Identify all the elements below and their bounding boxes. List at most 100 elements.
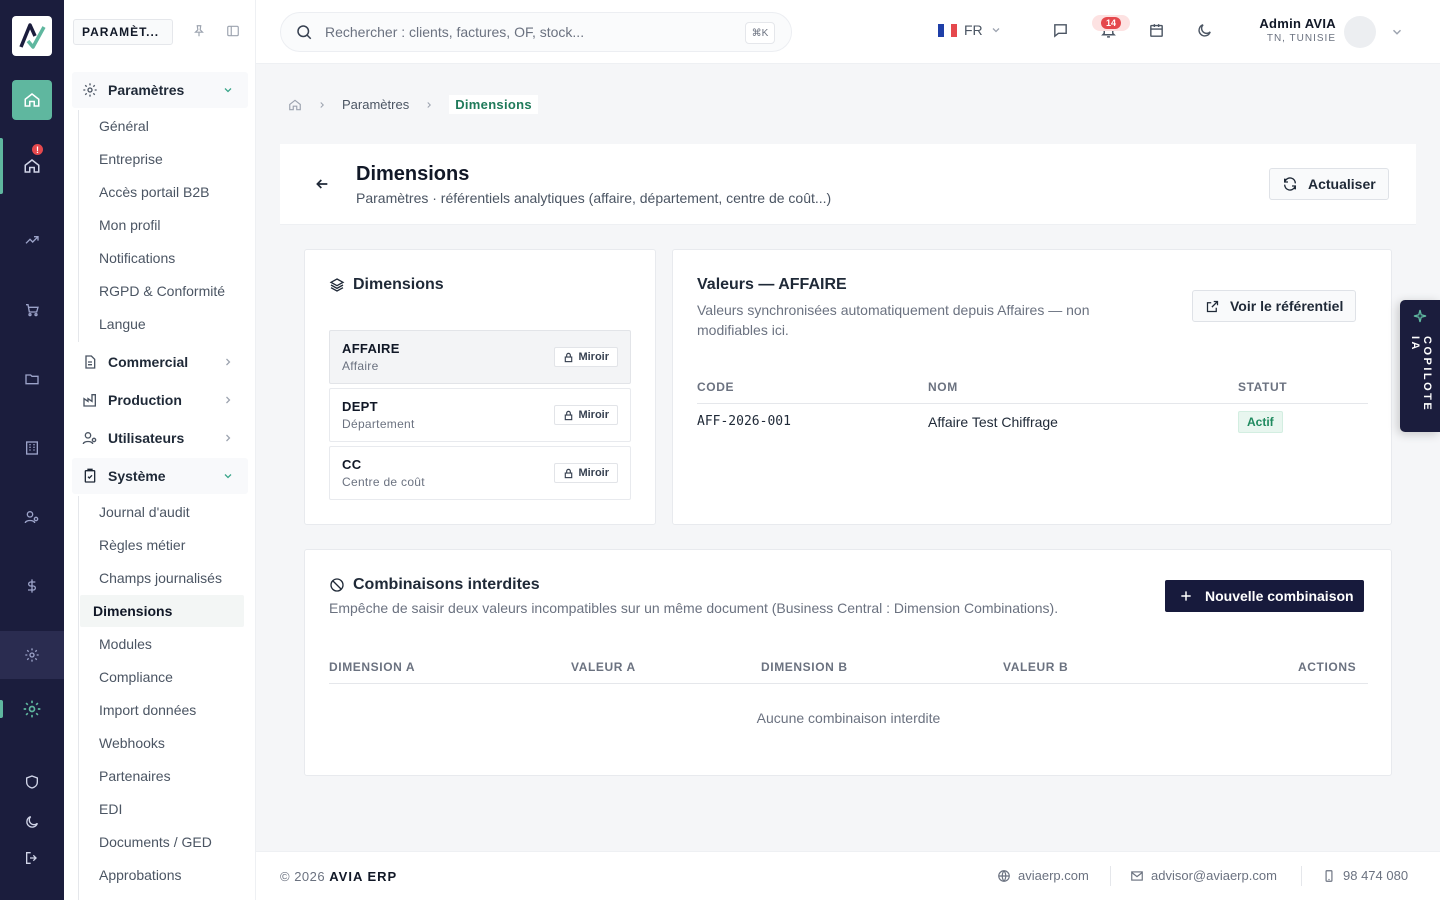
sidebar-item-partenaires[interactable]: Partenaires	[99, 768, 171, 784]
folder-icon[interactable]	[0, 359, 64, 399]
footer-email[interactable]: advisor@aviaerp.com	[1130, 868, 1277, 883]
copilot-tab[interactable]: COPILOTE IA	[1400, 300, 1440, 432]
flag-fr-icon	[938, 23, 957, 37]
calendar-icon[interactable]	[1148, 22, 1165, 39]
sidebar-item-regles-metier[interactable]: Règles métier	[99, 537, 185, 553]
table-divider	[329, 683, 1368, 684]
home-icon[interactable]	[12, 80, 52, 120]
sidebar-item-notifications[interactable]: Notifications	[99, 250, 175, 266]
refresh-button[interactable]: Actualiser	[1269, 168, 1389, 200]
mirror-badge: Miroir	[554, 405, 618, 425]
logout-icon[interactable]	[0, 838, 64, 878]
user-info[interactable]: Admin AVIA TN, TUNISIE	[1256, 16, 1336, 44]
group-parametres[interactable]: Paramètres	[72, 72, 248, 108]
chevron-down-icon[interactable]	[1390, 25, 1404, 39]
building-icon[interactable]	[0, 428, 64, 468]
chevron-down-icon	[222, 84, 234, 96]
global-search[interactable]: ⌘K	[280, 12, 792, 52]
search-icon	[295, 23, 313, 41]
avatar[interactable]	[1344, 16, 1376, 48]
group-label: Paramètres	[108, 82, 185, 98]
description-line: Valeurs synchronisées automatiquement de…	[697, 302, 1090, 318]
trending-icon[interactable]	[0, 220, 64, 260]
sidebar-item-journal-audit[interactable]: Journal d'audit	[99, 504, 190, 520]
user-key-icon	[82, 430, 100, 446]
gear-active-icon[interactable]	[0, 689, 64, 729]
dimension-item-affaire[interactable]: AFFAIRE Affaire Miroir	[329, 330, 631, 384]
group-production[interactable]: Production	[72, 382, 248, 418]
sidebar-item-champs-journalises[interactable]: Champs journalisés	[99, 570, 222, 586]
chevron-down-icon	[990, 24, 1002, 36]
rail-notification-badge: !	[31, 143, 44, 156]
chevron-right-icon	[317, 100, 327, 110]
group-label: Utilisateurs	[108, 430, 185, 446]
chevron-down-icon	[222, 470, 234, 482]
column-header-valeur-b: VALEUR B	[1003, 660, 1069, 674]
pin-icon[interactable]	[192, 24, 206, 38]
app-logo[interactable]	[12, 16, 52, 56]
sidebar-item-general[interactable]: Général	[99, 118, 149, 134]
refresh-icon	[1282, 176, 1298, 192]
submenu-line	[78, 110, 79, 342]
values-card: Valeurs — AFFAIRE Valeurs synchronisées …	[672, 249, 1392, 525]
view-referential-label: Voir le référentiel	[1230, 298, 1344, 314]
sidebar-item-approbations[interactable]: Approbations	[99, 867, 182, 883]
language-selector[interactable]: FR	[938, 22, 1002, 38]
empty-state: Aucune combinaison interdite	[756, 710, 941, 726]
mirror-label: Miroir	[578, 467, 609, 479]
collapse-sidebar-icon[interactable]	[226, 24, 240, 38]
new-combination-label: Nouvelle combinaison	[1205, 588, 1354, 604]
back-arrow-icon[interactable]	[314, 176, 330, 192]
sidebar-item-import-donnees[interactable]: Import données	[99, 702, 196, 718]
group-utilisateurs[interactable]: Utilisateurs	[72, 420, 248, 456]
dollar-icon[interactable]	[0, 566, 64, 606]
group-label: Commercial	[108, 354, 189, 370]
sidebar-item-langue[interactable]: Langue	[99, 316, 146, 332]
globe-icon	[997, 869, 1011, 883]
sidebar-item-modules[interactable]: Modules	[99, 636, 152, 652]
home-icon[interactable]	[288, 98, 302, 112]
group-systeme[interactable]: Système	[72, 458, 248, 494]
sidebar-item-edi[interactable]: EDI	[99, 801, 122, 817]
sidebar-item-rgpd[interactable]: RGPD & Conformité	[99, 283, 225, 299]
column-header-actions: ACTIONS	[1298, 660, 1357, 674]
mail-icon	[1130, 869, 1144, 883]
moon-icon[interactable]	[1196, 22, 1213, 39]
moon-icon[interactable]	[0, 802, 64, 842]
view-referential-button[interactable]: Voir le référentiel	[1192, 290, 1357, 322]
group-commercial[interactable]: Commercial	[72, 344, 248, 380]
search-input[interactable]	[325, 24, 725, 40]
document-icon	[82, 354, 100, 370]
mirror-badge: Miroir	[554, 347, 618, 367]
mirror-label: Miroir	[578, 351, 609, 363]
settings-icon	[82, 82, 100, 98]
card-title-text: Dimensions	[353, 276, 444, 293]
sidebar-item-webhooks[interactable]: Webhooks	[99, 735, 165, 751]
sidebar-item-portail-b2b[interactable]: Accès portail B2B	[99, 184, 210, 200]
dimension-item-cc[interactable]: CC Centre de coût Miroir	[329, 446, 631, 500]
sidebar-item-compliance[interactable]: Compliance	[99, 669, 173, 685]
icon-rail: !	[0, 0, 64, 900]
sidebar-item-dimensions[interactable]: Dimensions	[80, 595, 244, 627]
users-icon[interactable]	[0, 497, 64, 537]
footer-website[interactable]: aviaerp.com	[997, 868, 1089, 883]
sidebar-item-entreprise[interactable]: Entreprise	[99, 151, 163, 167]
column-header-code: CODE	[697, 380, 735, 394]
column-header-nom: NOM	[928, 380, 958, 394]
shield-icon[interactable]	[0, 762, 64, 802]
chat-icon[interactable]	[1052, 22, 1069, 39]
card-title: Dimensions	[329, 276, 444, 294]
card-title: Valeurs — AFFAIRE	[697, 276, 847, 293]
values-description: Valeurs synchronisées automatiquement de…	[697, 300, 1090, 340]
sidebar-item-profil[interactable]: Mon profil	[99, 217, 160, 233]
cart-icon[interactable]	[0, 290, 64, 330]
phone-text: 98 474 080	[1343, 868, 1409, 883]
footer-phone[interactable]: 98 474 080	[1322, 868, 1408, 883]
new-combination-button[interactable]: Nouvelle combinaison	[1165, 580, 1364, 612]
breadcrumb-parent[interactable]: Paramètres	[342, 97, 409, 112]
gear-icon[interactable]	[0, 631, 64, 679]
sidebar-item-documents-ged[interactable]: Documents / GED	[99, 834, 212, 850]
email-text: advisor@aviaerp.com	[1151, 868, 1277, 883]
dimension-item-dept[interactable]: DEPT Département Miroir	[329, 388, 631, 442]
sidebar-header: PARAMÈT...	[73, 19, 173, 45]
